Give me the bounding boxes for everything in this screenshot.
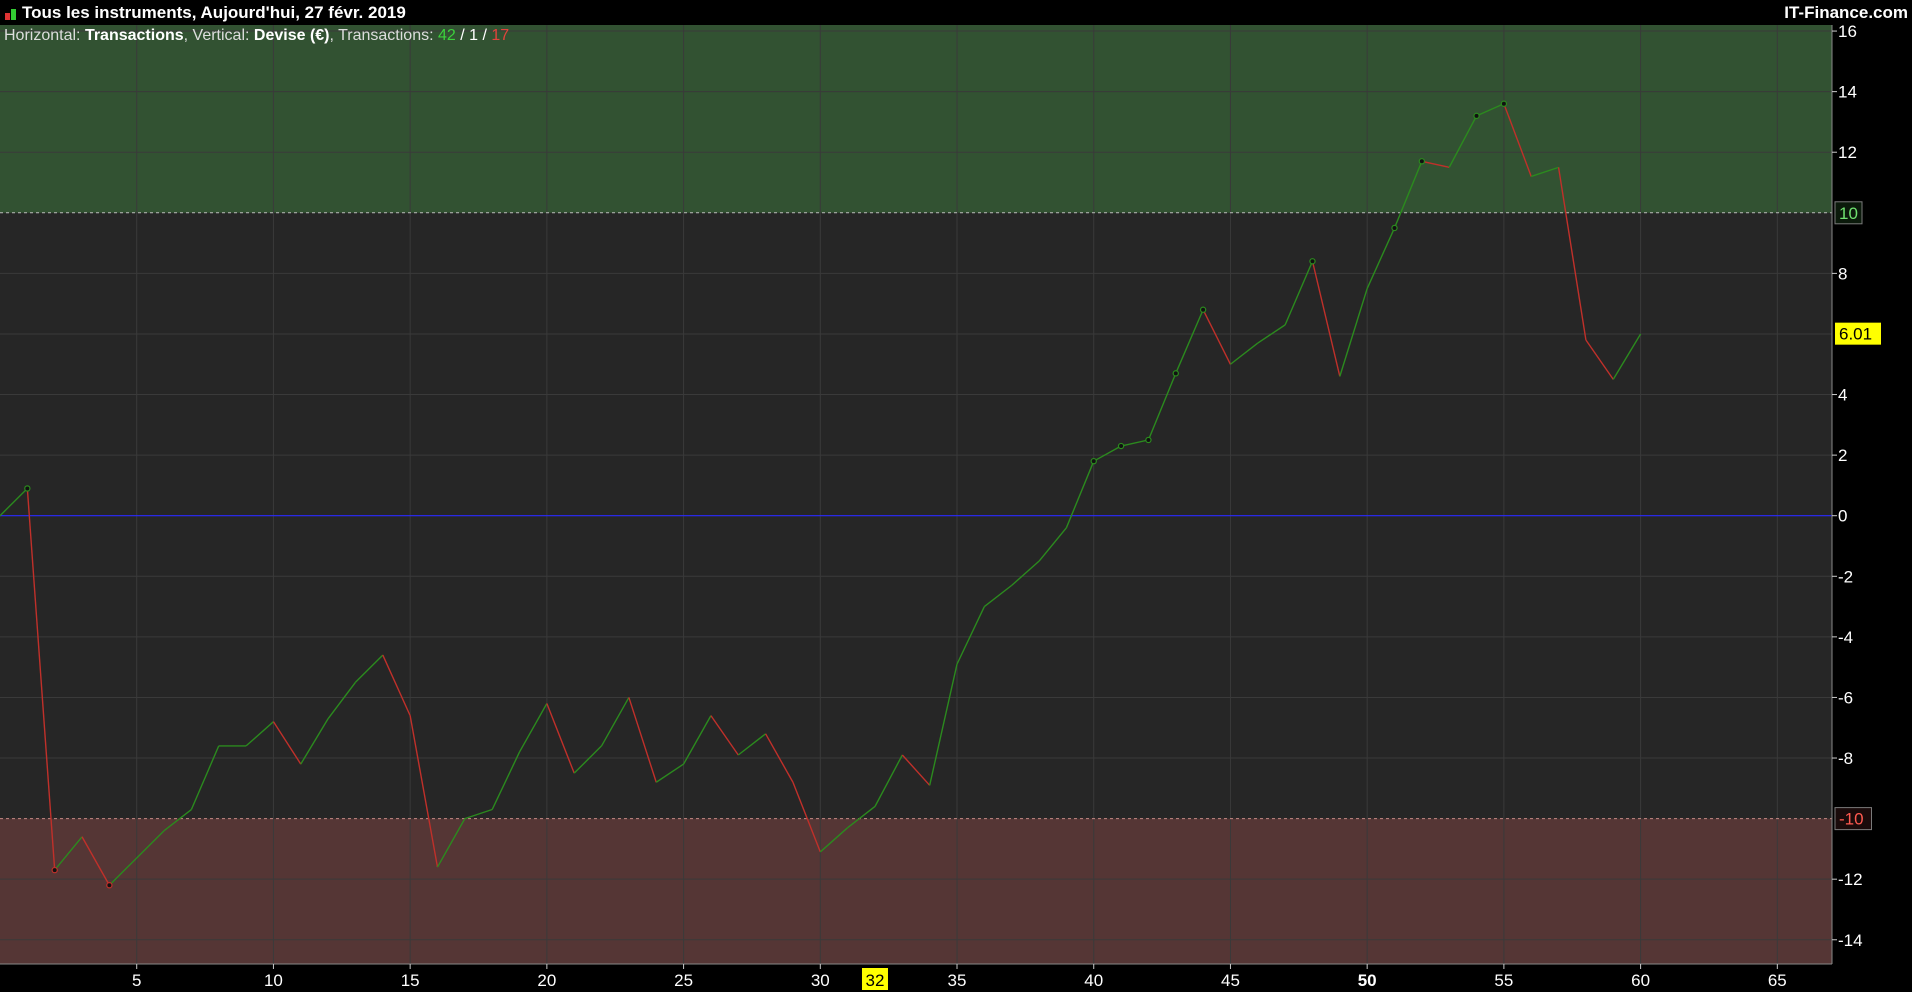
lower-threshold-label: -10 [1839,810,1864,829]
x-tick-label: 5 [132,971,141,990]
trade-point [1172,370,1179,377]
trade-point [1145,436,1152,444]
chart-info-line: Horizontal: Transactions, Vertical: Devi… [4,27,509,45]
trade-point [1199,306,1207,313]
x-tick-label: 45 [1221,971,1240,990]
trade-point [51,866,58,874]
trade-point [106,882,113,889]
y-tick-label: -6 [1838,688,1853,707]
y-tick-label: 14 [1838,83,1857,102]
transactions-label: , Transactions: [329,27,434,44]
losses-count: 17 [491,27,510,44]
vertical-label: , Vertical: [183,27,250,44]
y-tick-label: 16 [1838,22,1857,41]
x-tick-label: 55 [1494,971,1513,990]
x-tick-label: 50 [1358,971,1377,990]
trade-point [24,485,31,492]
horizontal-value: Transactions [84,27,184,44]
lower-zone [0,818,1832,964]
y-tick-label: 8 [1838,264,1847,283]
y-tick-label: -14 [1838,931,1863,950]
y-tick-label: 12 [1838,143,1857,162]
trade-point [1418,158,1426,165]
vertical-value: Devise (€) [253,27,330,44]
highlighted-x-label: 32 [866,971,885,990]
y-tick-label: -8 [1838,749,1853,768]
trade-point [1473,112,1480,120]
upper-zone [0,25,1832,213]
trade-point [1309,258,1316,265]
x-tick-label: 65 [1768,971,1787,990]
separator: / [455,27,470,44]
x-tick-label: 60 [1631,971,1650,990]
y-tick-label: -4 [1838,628,1853,647]
horizontal-label: Horizontal: [4,27,81,44]
y-tick-label: -2 [1838,567,1853,586]
trade-point [1090,457,1097,465]
x-tick-label: 35 [948,971,967,990]
last-value-label: 6.01 [1839,325,1872,344]
y-tick-label: 4 [1838,386,1847,405]
neutral-count: 1 [469,27,479,44]
trade-point [1500,100,1508,107]
upper-threshold-label: 10 [1839,204,1858,223]
equity-chart[interactable]: 1614128420-2-4-6-8-12-14 5 10 15 20 25 30 35 40… [0,0,1912,992]
y-tick-label: -12 [1838,870,1863,889]
x-tick-label: 20 [537,971,556,990]
trade-point [1391,224,1398,232]
y-tick-label: 0 [1838,507,1847,526]
x-tick-label: 15 [401,971,420,990]
x-tick-label: 25 [674,971,693,990]
separator: / [478,27,492,44]
y-tick-label: 2 [1838,446,1847,465]
x-tick-label: 30 [811,971,830,990]
wins-count: 42 [438,27,456,44]
x-tick-label: 40 [1084,971,1103,990]
trade-point [1117,442,1125,450]
x-axis-ticks: 5 10 15 20 25 30 35 40 45 50 55 60 65 [132,964,1787,990]
x-tick-label: 10 [264,971,283,990]
